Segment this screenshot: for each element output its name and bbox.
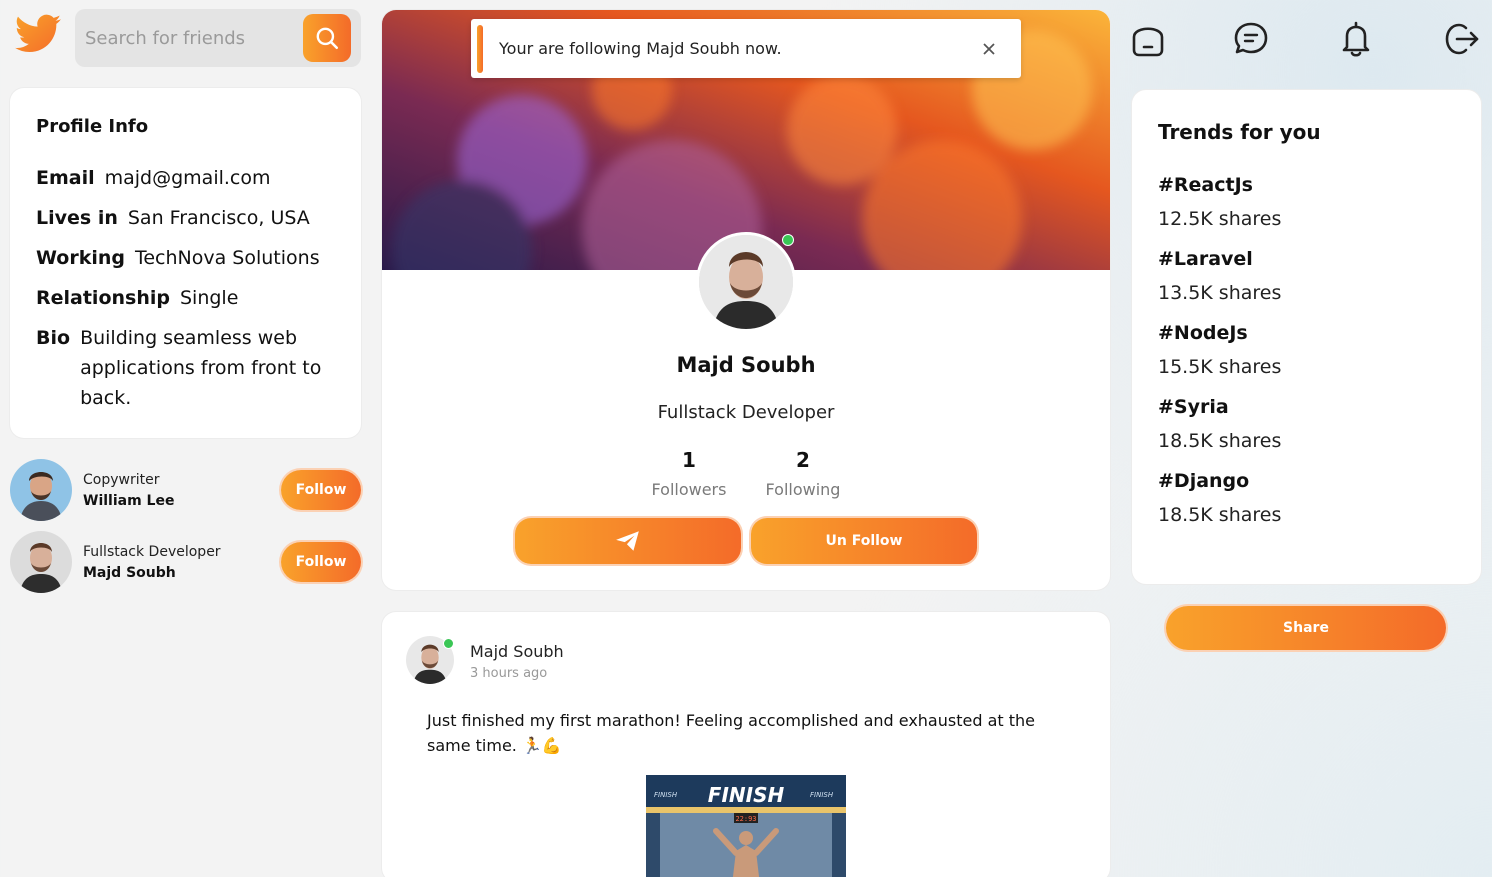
post-author-name[interactable]: Majd Soubh	[470, 642, 564, 661]
toast-accent-bar	[477, 24, 483, 73]
post-image-banner: FINISH	[708, 783, 785, 807]
trend-item[interactable]: #Syria 18.5K shares	[1158, 396, 1455, 452]
info-value: San Francisco, USA	[127, 207, 310, 229]
info-label: Bio	[36, 327, 71, 349]
profile-info-card: Profile Info Email majd@gmail.com Lives …	[10, 88, 361, 438]
info-value: Building seamless web applications from …	[80, 327, 322, 409]
followers-label: Followers	[651, 480, 727, 499]
trend-item[interactable]: #Laravel 13.5K shares	[1158, 248, 1455, 304]
post-image[interactable]: FINISH FINISH FINISH 22:93	[646, 775, 846, 877]
profile-info-title: Profile Info	[36, 116, 149, 137]
trend-tag: #ReactJs	[1158, 174, 1253, 196]
search-button[interactable]	[303, 14, 351, 62]
trend-shares: 18.5K shares	[1158, 504, 1282, 526]
message-button[interactable]	[515, 518, 741, 564]
trend-tag: #NodeJs	[1158, 322, 1248, 344]
trend-item[interactable]: #NodeJs 15.5K shares	[1158, 322, 1455, 378]
send-icon	[616, 531, 639, 551]
trend-shares: 15.5K shares	[1158, 356, 1282, 378]
post-image-banner-small: FINISH	[654, 791, 678, 799]
profile-info-location: Lives in San Francisco, USA	[36, 203, 335, 233]
profile-info-work: Working TechNova Solutions	[36, 243, 335, 273]
info-value: Single	[179, 287, 239, 309]
search-bar	[75, 9, 361, 67]
unfollow-button[interactable]: Un Follow	[751, 518, 977, 564]
trend-shares: 13.5K shares	[1158, 282, 1282, 304]
trend-tag: #Syria	[1158, 396, 1229, 418]
avatar[interactable]	[10, 531, 72, 593]
profile-name: Majd Soubh	[676, 353, 816, 377]
online-status-dot	[782, 234, 794, 246]
follow-button[interactable]: Follow	[281, 470, 361, 510]
avatar[interactable]	[10, 459, 72, 521]
search-input[interactable]	[85, 23, 295, 53]
logout-icon[interactable]	[1444, 20, 1480, 58]
trend-tag: #Django	[1158, 470, 1250, 492]
following-label: Following	[765, 480, 841, 499]
toast-notification: Your are following Majd Soubh now.	[471, 19, 1021, 78]
online-status-dot	[443, 638, 454, 649]
trend-tag: #Laravel	[1158, 248, 1253, 270]
toast-message: Your are following Majd Soubh now.	[499, 39, 782, 58]
search-icon	[316, 27, 339, 50]
home-icon[interactable]	[1130, 20, 1166, 58]
profile-info-bio: Bio Building seamless web applications f…	[36, 323, 335, 413]
suggestion-item: Copywriter William Lee Follow	[10, 459, 361, 521]
suggestion-item: Fullstack Developer Majd Soubh Follow	[10, 531, 361, 593]
followers-stat[interactable]: 1 Followers	[634, 448, 744, 499]
info-label: Lives in	[36, 207, 118, 229]
twitter-bird-icon[interactable]	[10, 12, 66, 62]
chat-icon[interactable]	[1233, 20, 1269, 58]
info-label: Email	[36, 167, 95, 189]
info-label: Working	[36, 247, 125, 269]
following-stat[interactable]: 2 Following	[748, 448, 858, 499]
trends-card: Trends for you #ReactJs 12.5K shares #La…	[1132, 90, 1481, 584]
trend-item[interactable]: #Django 18.5K shares	[1158, 470, 1455, 526]
post-timestamp: 3 hours ago	[470, 666, 548, 681]
post-image-clock: 22:93	[735, 815, 756, 823]
post-image-banner-small: FINISH	[810, 791, 834, 799]
post-card: Majd Soubh 3 hours ago Just finished my …	[382, 612, 1110, 877]
follow-button[interactable]: Follow	[281, 542, 361, 582]
profile-info-email: Email majd@gmail.com	[36, 163, 335, 193]
info-value: majd@gmail.com	[104, 167, 271, 189]
post-text: Just finished my first marathon! Feeling…	[427, 711, 1035, 755]
profile-info-relationship: Relationship Single	[36, 283, 335, 313]
bell-icon[interactable]	[1338, 20, 1374, 58]
following-count: 2	[796, 448, 810, 472]
info-value: TechNova Solutions	[134, 247, 320, 269]
followers-count: 1	[682, 448, 696, 472]
profile-card: Your are following Majd Soubh now. Majd …	[382, 10, 1110, 590]
trend-shares: 12.5K shares	[1158, 208, 1282, 230]
info-label: Relationship	[36, 287, 170, 309]
suggestion-role: Copywriter	[83, 471, 160, 488]
close-icon[interactable]	[979, 39, 999, 59]
share-button[interactable]: Share	[1166, 606, 1446, 650]
trend-shares: 18.5K shares	[1158, 430, 1282, 452]
suggestion-name[interactable]: William Lee	[83, 493, 281, 509]
trend-item[interactable]: #ReactJs 12.5K shares	[1158, 174, 1455, 230]
profile-title: Fullstack Developer	[657, 402, 835, 423]
trends-title: Trends for you	[1158, 120, 1321, 144]
profile-avatar[interactable]	[696, 232, 796, 332]
suggestion-name[interactable]: Majd Soubh	[83, 565, 281, 581]
suggestion-role: Fullstack Developer	[83, 543, 221, 560]
